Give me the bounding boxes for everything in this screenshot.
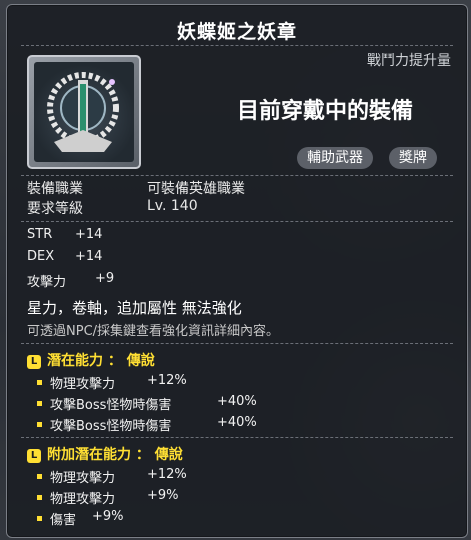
divider [21,343,453,344]
level-requirement-value: Lv. 140 [147,198,198,214]
legendary-grade-icon: L [27,449,41,463]
potential-value: +12% [147,373,187,388]
stat-value: +9 [95,271,115,286]
potential-text: 攻擊Boss怪物時傷害 [50,398,172,413]
legendary-grade-icon: L [27,355,41,369]
additional-potential-line: 傷害 +9% [37,509,124,528]
bullet-icon [37,401,42,406]
potential-value: +9% [147,488,179,503]
job-requirement-label: 裝備職業 [27,181,83,197]
stat-value: +14 [75,227,103,242]
equipped-status: 目前穿戴中的裝備 [237,99,414,124]
stat-name: STR [27,227,53,242]
potential-value: +40% [217,415,257,430]
potential-line: 物理攻擊力 +12% [37,373,187,392]
job-requirement-value: 可裝備英雄職業 [147,181,245,197]
emblem-icon [34,62,134,162]
potential-text: 攻擊Boss怪物時傷害 [50,419,172,434]
potential-line: 攻擊Boss怪物時傷害 +40% [37,394,257,413]
enhance-info-note: 可透過NPC/採集鍵查看強化資訊詳細內容。 [27,324,280,339]
bullet-icon [37,380,42,385]
stat-line: 攻擊力 +9 [27,271,114,290]
additional-potential-line: 物理攻擊力 +12% [37,467,187,486]
potential-text: 物理攻擊力 [50,377,116,392]
bullet-icon [37,495,42,500]
bullet-icon [37,516,42,521]
divider [21,437,453,438]
item-name: 妖蝶姬之妖章 [176,21,297,43]
stat-value: +14 [75,249,103,264]
divider [21,45,453,46]
unenhanceable-note: 星力，卷軸，追加屬性 無法強化 [27,299,242,317]
potential-value: +40% [217,394,257,409]
potential-title: 潛在能力 ： 傳說 [47,353,155,369]
stat-line: STR +14 [27,227,102,242]
potential-text: 物理攻擊力 [50,471,116,486]
potential-line: 攻擊Boss怪物時傷害 +40% [37,415,257,434]
potential-value: +12% [147,467,187,482]
bullet-icon [37,422,42,427]
divider [21,221,453,222]
divider [21,175,453,176]
stat-name: DEX [27,249,55,264]
potential-value: +9% [92,509,124,524]
stat-line: DEX +14 [27,249,102,264]
potential-header: L 潛在能力 ： 傳說 [27,350,155,370]
power-change-label: 戰鬥力提升量 [367,53,451,69]
additional-potential-header: L 附加潛在能力 ： 傳說 [27,444,183,464]
tag-medal: 獎牌 [389,147,437,169]
potential-text: 傷害 [50,513,77,528]
additional-potential-title: 附加潛在能力 ： 傳說 [47,447,183,463]
bullet-icon [37,474,42,479]
tag-sub-weapon: 輔助武器 [297,147,373,169]
item-icon-frame [27,55,141,169]
level-requirement-label: 要求等級 [27,201,83,217]
stat-name: 攻擊力 [27,275,67,290]
potential-text: 物理攻擊力 [50,492,116,507]
item-tooltip: 妖蝶姬之妖章 戰鬥力提升量 目前穿戴中的裝備 輔助武器 獎牌 裝備職業 可裝備英… [6,4,468,538]
additional-potential-line: 物理攻擊力 +9% [37,488,179,507]
